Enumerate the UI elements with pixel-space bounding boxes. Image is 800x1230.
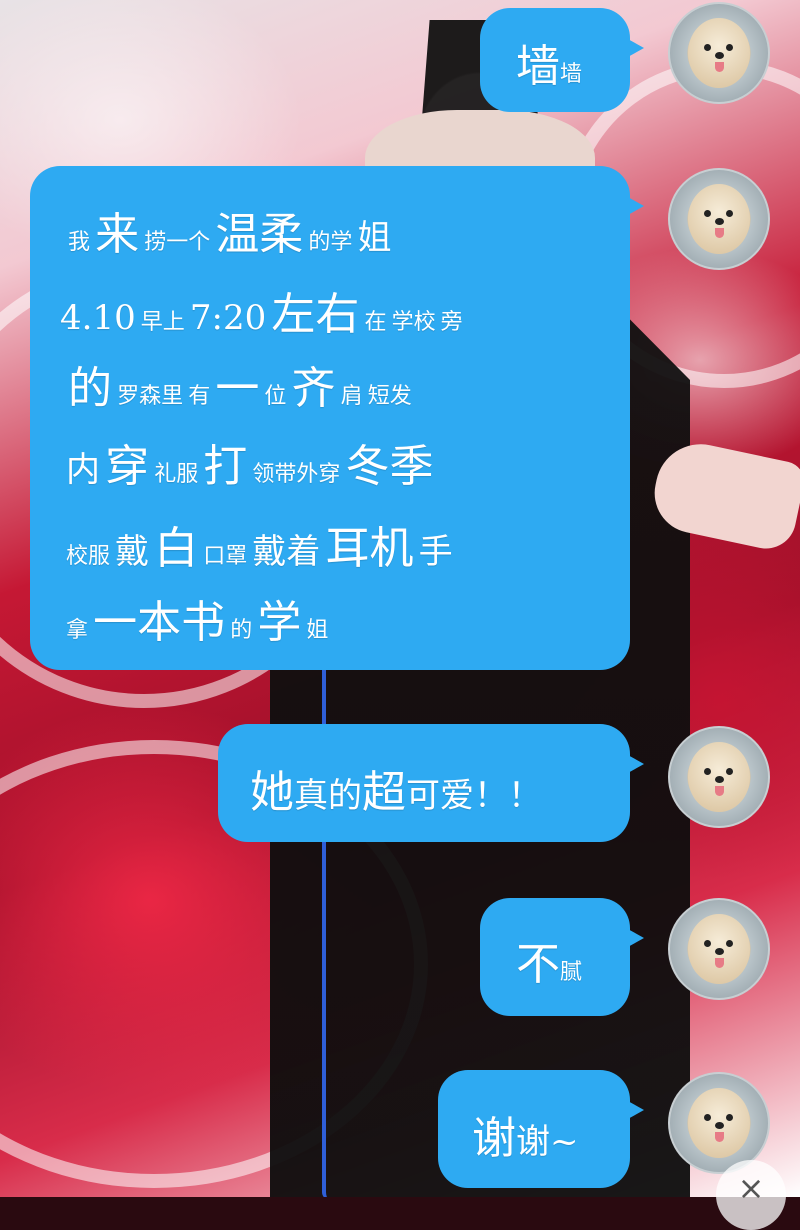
dog-eye-icon [704,1114,711,1121]
msg2-l2-e: 在 [364,310,387,335]
avatar-4[interactable] [668,898,770,1000]
msg2-l3-b: 罗森里 [117,384,184,409]
avatar-5[interactable] [668,1072,770,1174]
msg2-l1-f: 姐 [357,218,392,258]
avatar-1[interactable] [668,2,770,104]
msg2-l3-e: 位 [264,384,287,409]
msg2-l1-b: 来 [95,209,140,260]
dog-tongue-icon [715,786,724,796]
msg2-l2-f: 学校 [391,310,436,335]
msg2-l3-a: 的 [68,363,112,414]
dog-nose-icon [715,776,724,783]
msg2-l1-d: 温柔 [215,209,304,260]
msg2-l2-c: 7:20 [189,298,267,338]
msg2-l5-d: 口罩 [203,544,248,569]
msg2-l6-a: 拿 [66,618,89,643]
msg4-small: 腻 [560,960,583,985]
msg2-l2-b: 早上 [140,310,185,335]
msg2-l2-d: 左右 [271,289,360,340]
msg2-l5-c: 白 [154,523,199,574]
dog-eye-icon [704,44,711,51]
dog-tongue-icon [715,62,724,72]
msg2-l3-c: 有 [188,384,211,409]
msg2-l1-a: 我 [68,230,91,255]
msg2-l3-f: 齐 [291,363,336,414]
msg4-big: 不 [516,939,560,990]
msg2-l6-b: 一本书 [93,597,226,648]
msg3-d: 可爱！！ [406,776,542,816]
msg5-big: 谢 [472,1113,516,1164]
msg1-big: 墙 [516,41,560,92]
msg2-l5-e: 戴着 [252,532,321,572]
msg2-l4-b: 穿 [105,441,150,492]
msg2-l1-c: 捞一个 [144,230,211,255]
dog-eye-icon [726,1114,733,1121]
message-bubble-5[interactable]: 谢谢~ [438,1070,644,1188]
msg3-b: 真的 [294,776,362,816]
dog-nose-icon [715,948,724,955]
message-bubble-2[interactable]: 我 来 捞一个 温柔 的学 姐 4.10 早上 7:20 左右 在 学校 旁 的… [30,166,644,670]
msg2-l3-g: 肩 [340,384,363,409]
msg2-l2-g: 旁 [440,310,463,335]
msg2-l4-d: 打 [203,441,248,492]
message-bubble-3[interactable]: 她真的超可爱！！ [218,724,644,842]
msg1-small: 墙 [560,62,583,87]
msg3-a: 她 [250,767,294,818]
msg5-small: 谢~ [516,1122,579,1162]
msg2-l4-e: 领带外穿 [252,462,341,487]
msg2-l4-a: 内 [66,450,100,490]
dog-eye-icon [726,210,733,217]
dog-eye-icon [704,940,711,947]
dog-nose-icon [715,52,724,59]
dog-eye-icon [704,210,711,217]
msg2-l2-a: 4.10 [60,298,136,338]
dog-eye-icon [726,768,733,775]
msg3-c: 超 [362,767,406,818]
dog-nose-icon [715,218,724,225]
message-bubble-4[interactable]: 不腻 [480,898,644,1016]
msg2-l4-f: 冬季 [345,441,434,492]
msg2-l1-e: 的学 [308,230,353,255]
msg2-l6-c: 的 [230,618,253,643]
msg2-l5-a: 校服 [66,544,111,569]
dog-eye-icon [726,940,733,947]
avatar-3[interactable] [668,726,770,828]
msg2-l5-g: 手 [418,532,453,572]
msg2-l3-h: 短发 [367,384,412,409]
dog-eye-icon [704,768,711,775]
dog-nose-icon [715,1122,724,1129]
msg2-l4-c: 礼服 [154,462,199,487]
msg2-l5-f: 耳机 [325,523,414,574]
dog-eye-icon [726,44,733,51]
msg2-l6-d: 学 [257,597,302,648]
dog-tongue-icon [715,228,724,238]
message-bubble-1[interactable]: 墙墙 [480,8,644,112]
msg2-l3-d: 一 [215,363,260,414]
msg2-l6-e: 姐 [306,618,329,643]
avatar-2[interactable] [668,168,770,270]
dog-tongue-icon [715,1132,724,1142]
msg2-l5-b: 戴 [115,532,150,572]
dog-tongue-icon [715,958,724,968]
close-icon[interactable]: × [716,1160,786,1230]
